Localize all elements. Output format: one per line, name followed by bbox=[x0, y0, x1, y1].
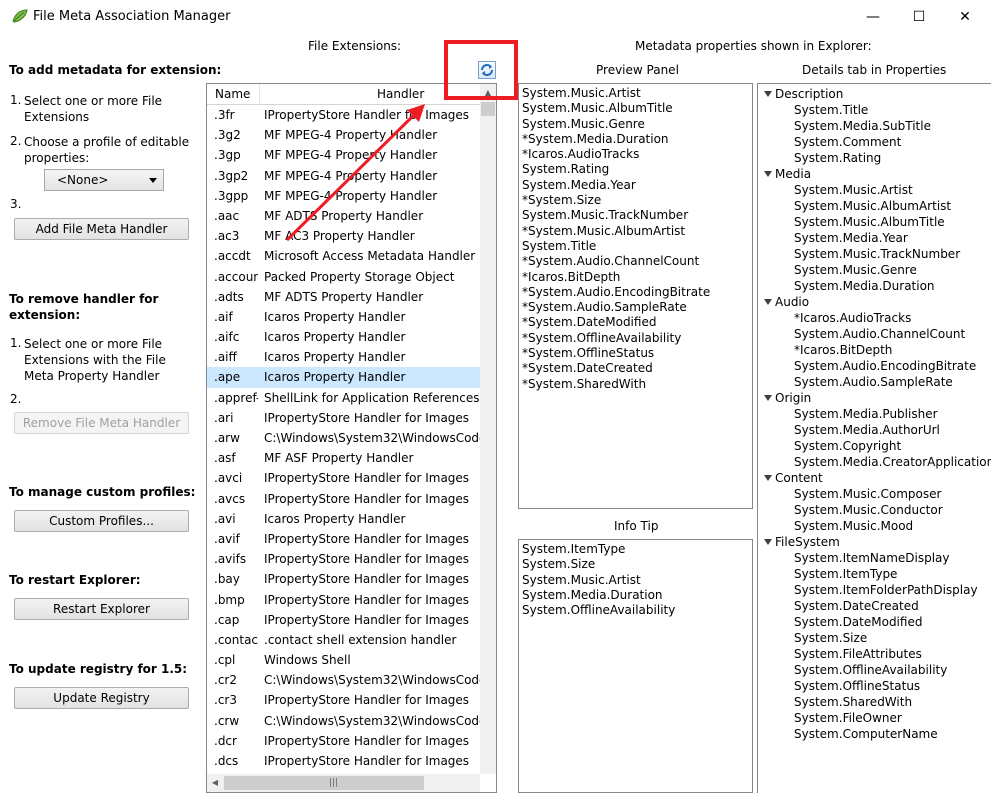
annotation-arrow-icon bbox=[285, 104, 425, 242]
